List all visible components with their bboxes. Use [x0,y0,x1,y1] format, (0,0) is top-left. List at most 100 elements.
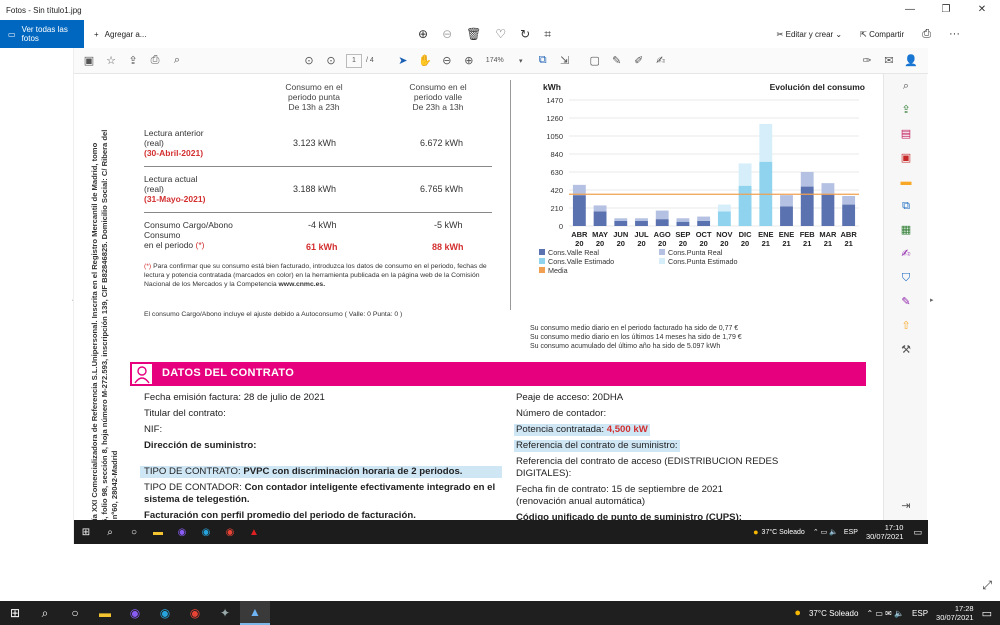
photos-toolbar: ▭ Ver todas las fotos + Agregar a... ⊕ ⊖… [0,20,1000,48]
save-icon[interactable]: ▣ [78,54,100,67]
curr-punta-value: 3.188 kWh [293,184,337,194]
search-icon: ⌕ [107,526,113,538]
combine-files-icon[interactable]: ⧉ [884,194,928,218]
delete-icon[interactable]: 🗑 [466,27,481,41]
see-all-photos-button[interactable]: ▭ Ver todas las fotos [0,20,84,48]
zoom-in-icon[interactable]: ⊕ [458,54,480,67]
favorite-icon[interactable]: ♡ [495,27,506,41]
edit-create-button[interactable]: ✂ Editar y crear ⌄ [777,30,842,39]
minimize-icon[interactable]: — [892,0,928,20]
bar-segment [821,194,835,226]
y-tick-label: 420 [550,186,563,195]
bar-segment [614,218,628,221]
sign-icon[interactable]: ✍ [650,54,672,67]
next-photo-icon[interactable]: ▸ [930,296,934,304]
print-icon[interactable]: ⎙ [144,54,166,67]
create-pdf-icon[interactable]: ▣ [884,146,928,170]
bookmark-star-icon[interactable]: ☆ [100,54,122,67]
zoom-out-icon[interactable]: ⊖ [436,54,458,67]
cnmc-link[interactable]: www.cnmc.es. [279,281,326,288]
pdf-tools-rail: ⌕ ⇪ ▤ ▣ ▬ ⧉ ▦ ✍ ⛉ ✎ ⇧ ⚒ ⇥ [883,74,927,520]
tray-icons[interactable]: ⌃ ▭ ✉ 🔈 [866,609,904,618]
scroll-mode-icon[interactable]: ⇲ [554,54,576,67]
page-number-input[interactable]: 1 [346,53,362,68]
start-icon[interactable]: ⊞ [0,606,30,620]
tool-icon[interactable]: ✦ [210,606,240,620]
export-pdf-icon[interactable]: ⇪ [884,98,928,122]
period-punta-value: 61 kWh [306,242,338,252]
task-view-icon[interactable]: ○ [60,606,90,620]
search-icon[interactable]: ⌕ [166,54,188,67]
bar-segment [800,186,814,226]
period-valle-value: 88 kWh [432,242,464,252]
x-tick-label: 20 [596,239,604,248]
clock[interactable]: 17:28 30/07/2021 [936,604,974,622]
language[interactable]: ESP [912,609,928,618]
fill-sign-icon[interactable]: ✍ [884,242,928,266]
page-up-icon[interactable]: ⊙ [298,54,320,67]
hand-tool-icon[interactable]: ✋ [414,54,436,67]
rotate-icon[interactable]: ↻ [520,27,530,41]
legend-label: Cons.Punta Estimado [668,257,738,266]
photo-actions-right: ✂ Editar y crear ⌄ ⇱ Compartir ⎙ ··· [777,20,960,48]
add-to-button[interactable]: + Agregar a... [94,30,146,39]
bar-segment [842,196,856,205]
highlight-icon[interactable]: ✐ [628,54,650,67]
maximize-icon[interactable]: ❐ [928,0,964,20]
upload-icon[interactable]: ⇪ [122,54,144,67]
close-icon[interactable]: ✕ [964,0,1000,20]
legend-swatch [659,249,665,255]
inner-taskbar: ⊞ ⌕ ○ ▬ ◉ ◉ ◉ ▲ ● 37°C Soleado ⌃ ▭ 🔈 ESP… [74,520,928,544]
file-explorer-icon[interactable]: ▬ [90,606,120,620]
bar-segment [572,184,586,196]
signature-icon[interactable]: ✑ [856,54,878,67]
collapse-rail-icon[interactable]: ⇥ [884,494,928,518]
search-icon[interactable]: ⌕ [30,606,60,621]
photos-app-icon[interactable]: ▲ [240,601,270,625]
system-tray: ● 37°C Soleado ⌃ ▭ ✉ 🔈 ESP 17:28 30/07/2… [794,601,992,625]
zoom-in-icon[interactable]: ⊕ [418,27,428,41]
search-tool-icon[interactable]: ⌕ [884,74,928,98]
window-controls: — ❐ ✕ [892,0,1000,20]
zoom-level[interactable]: 174% [486,57,504,64]
zoom-out-icon[interactable]: ⊖ [442,27,452,41]
consumption-chart: kWh Evolución del consumo 0 210 420 630 840 105… [510,80,870,310]
expand-icon[interactable]: ⤢ [982,578,992,593]
share-button[interactable]: ⇱ Compartir [860,30,904,39]
legend-label: Media [548,266,568,275]
file-explorer-icon: ▬ [153,526,163,538]
more-tools-icon[interactable]: ⚒ [884,338,928,362]
bar-segment [821,183,835,195]
y-tick-label: 1050 [546,132,563,141]
edge-icon[interactable]: ◉ [150,606,180,620]
legend-swatch [539,249,545,255]
comment-tool-icon[interactable]: ▬ [884,170,928,194]
zoom-dropdown-icon[interactable]: ▾ [510,57,532,65]
chrome-icon[interactable]: ◉ [180,606,210,620]
bar-segment [738,185,752,226]
weather-text[interactable]: 37°C Soleado [809,609,858,618]
pen-icon[interactable]: ✎ [606,54,628,67]
x-tick-label: 20 [720,239,728,248]
bar-segment [635,220,648,226]
organize-pages-icon[interactable]: ▤ [884,122,928,146]
crop-icon[interactable]: ⌗ [544,27,551,42]
user-share-icon[interactable]: 👤 [900,54,922,67]
notification-icon[interactable]: ▭ [982,607,992,620]
fit-page-icon[interactable]: ⧉ [532,54,554,67]
comment-icon[interactable]: ▢ [584,54,606,67]
print-icon[interactable]: ⎙ [922,28,931,41]
summary-line: Su consumo acumulado del último año ha s… [530,343,721,350]
app-icon[interactable]: ◉ [120,606,150,620]
select-cursor-icon[interactable]: ➤ [392,54,414,67]
request-signature-icon[interactable]: ✎ [884,290,928,314]
cnmc-note: (*) Para confirmar que su consumo está b… [144,263,487,288]
send-icon[interactable]: ⇧ [884,314,928,338]
chrome-icon: ◉ [225,526,235,538]
taskbar: ⊞ ⌕ ○ ▬ ◉ ◉ ◉ ✦ ▲ ● 37°C Soleado ⌃ ▭ ✉ 🔈… [0,601,1000,625]
page-down-icon[interactable]: ⊙ [320,54,342,67]
mail-icon[interactable]: ✉ [878,54,900,67]
edit-pdf-icon[interactable]: ▦ [884,218,928,242]
more-icon[interactable]: ··· [949,28,960,40]
protect-icon[interactable]: ⛉ [884,266,928,290]
